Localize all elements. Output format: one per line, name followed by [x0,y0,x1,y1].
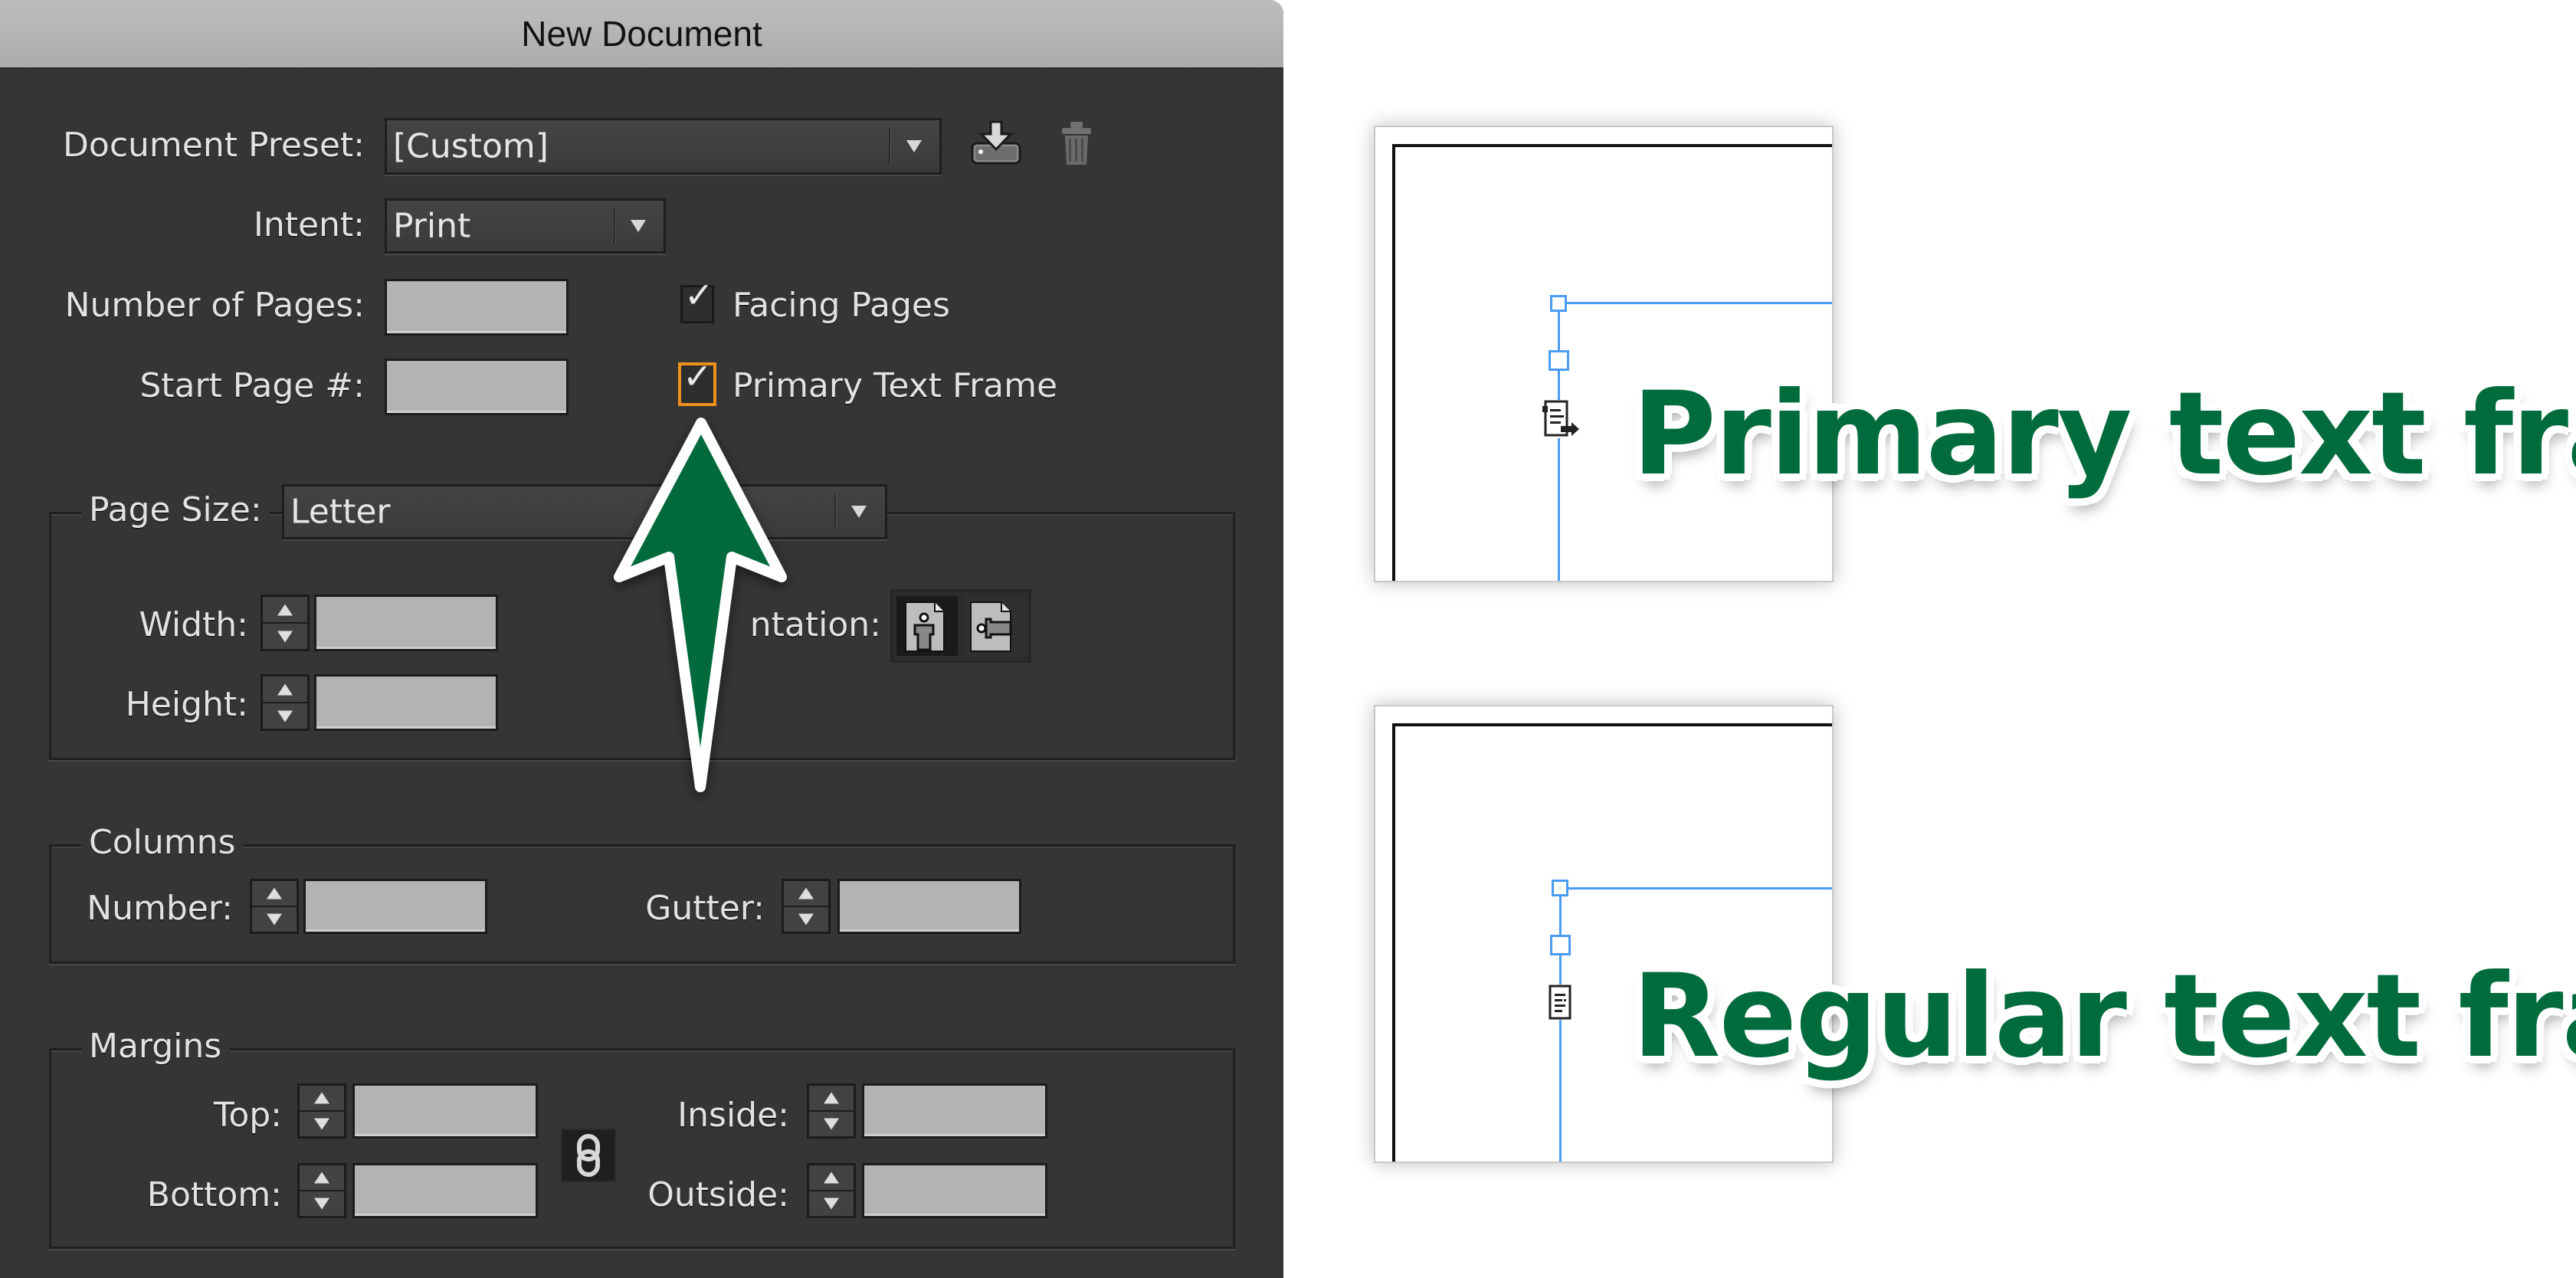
checkmark-icon: ✓ [684,274,714,316]
frame-left-edge [1558,302,1560,581]
facing-pages-checkbox[interactable]: ✓ [680,277,714,323]
primary-text-frame-checkbox[interactable]: ✓ [678,356,716,406]
intent-value: Print [393,206,471,246]
increment-arrow-icon[interactable] [263,597,307,624]
increment-arrow-icon[interactable] [300,1086,344,1112]
columns-number-input[interactable] [303,879,487,934]
chevron-down-icon [851,506,867,518]
start-page-label: Start Page #: [139,366,365,405]
number-of-pages-label: Number of Pages: [64,286,365,325]
decrement-arrow-icon[interactable] [263,624,307,649]
primary-text-frame-preview [1374,126,1834,582]
frame-top-edge [1559,887,1832,890]
increment-arrow-icon[interactable] [252,881,297,907]
gutter-input[interactable] [837,879,1021,934]
page-size-value: Letter [290,492,391,532]
checkmark-icon: ✓ [683,356,713,397]
bottom-margin-label: Bottom: [146,1175,282,1214]
decrement-arrow-icon[interactable] [809,1191,854,1216]
decrement-arrow-icon[interactable] [809,1112,854,1136]
new-document-dialog: New Document Document Preset: [Custom] I… [0,0,1283,1278]
delete-preset-button[interactable] [1057,119,1096,168]
primary-text-frame-icon [1542,400,1582,438]
bottom-margin-input[interactable] [352,1163,538,1218]
frame-in-port[interactable] [1550,935,1571,955]
primary-text-frame-caption: Primary text frame [1632,368,2576,501]
page-edge [1392,144,1832,581]
top-margin-stepper[interactable] [297,1083,346,1139]
chevron-down-icon [631,220,646,232]
width-input[interactable] [314,595,498,651]
portrait-page-icon [905,601,945,652]
inside-margin-input[interactable] [862,1083,1047,1139]
decrement-arrow-icon[interactable] [300,1191,344,1216]
facing-pages-label: Facing Pages [732,286,950,325]
gutter-label: Gutter: [645,889,765,928]
gutter-stepper[interactable] [782,879,831,934]
orientation-button-group [890,589,1031,663]
page-edge [1392,723,1832,1162]
landscape-orientation-button[interactable] [965,596,1026,656]
height-stepper[interactable] [261,674,310,731]
height-input[interactable] [314,674,498,731]
dropdown-separator [614,208,616,244]
primary-text-frame-label: Primary Text Frame [732,366,1058,405]
regular-text-frame-caption: Regular text frame [1632,950,2576,1083]
intent-dropdown[interactable]: Print [385,198,666,254]
save-preset-icon [971,120,1021,165]
top-margin-input[interactable] [352,1083,538,1139]
dropdown-separator [889,128,891,165]
increment-arrow-icon[interactable] [263,677,307,703]
document-preset-label: Document Preset: [63,126,365,165]
regular-text-frame-icon [1549,985,1571,1020]
page-size-label: Page Size: [81,490,270,529]
outside-margin-stepper[interactable] [807,1163,856,1218]
start-page-input[interactable] [385,359,569,415]
landscape-page-icon [970,601,1012,652]
document-preset-dropdown[interactable]: [Custom] [385,118,942,175]
outside-margin-label: Outside: [647,1175,789,1214]
columns-number-stepper[interactable] [250,879,299,934]
margins-legend: Margins [81,1027,230,1066]
frame-left-edge [1559,887,1562,1162]
decrement-arrow-icon[interactable] [252,907,297,932]
regular-text-frame-preview [1374,705,1834,1163]
save-preset-button[interactable] [969,119,1023,168]
trash-icon [1062,122,1091,165]
title-bar[interactable]: New Document [0,0,1283,69]
portrait-orientation-button[interactable] [896,596,958,656]
width-label: Width: [139,605,248,644]
frame-in-port[interactable] [1549,350,1569,371]
dropdown-separator [834,494,837,529]
frame-corner-handle[interactable] [1550,295,1567,312]
number-of-pages-input[interactable] [385,279,569,336]
increment-arrow-icon[interactable] [809,1165,854,1191]
orientation-label: ntation: [749,605,881,644]
frame-top-edge [1558,302,1832,304]
decrement-arrow-icon[interactable] [784,907,828,932]
document-preset-value: [Custom] [393,126,549,166]
columns-number-label: Number: [87,889,233,928]
chevron-down-icon [906,140,922,152]
frame-corner-handle[interactable] [1552,880,1568,896]
chain-link-icon [577,1134,600,1177]
link-margins-button[interactable] [561,1129,616,1182]
margins-group [49,1048,1235,1249]
height-label: Height: [125,685,248,724]
outside-margin-input[interactable] [862,1163,1047,1218]
width-stepper[interactable] [261,595,310,651]
inside-margin-stepper[interactable] [807,1083,856,1139]
top-margin-label: Top: [213,1096,282,1135]
decrement-arrow-icon[interactable] [300,1112,344,1136]
columns-legend: Columns [81,823,244,862]
page-size-dropdown[interactable]: Letter [282,484,887,539]
bottom-margin-stepper[interactable] [297,1163,346,1218]
increment-arrow-icon[interactable] [809,1086,854,1112]
increment-arrow-icon[interactable] [300,1165,344,1191]
intent-label: Intent: [253,205,365,244]
increment-arrow-icon[interactable] [784,881,828,907]
inside-margin-label: Inside: [677,1096,789,1135]
decrement-arrow-icon[interactable] [263,703,307,729]
dialog-title: New Document [521,14,762,54]
